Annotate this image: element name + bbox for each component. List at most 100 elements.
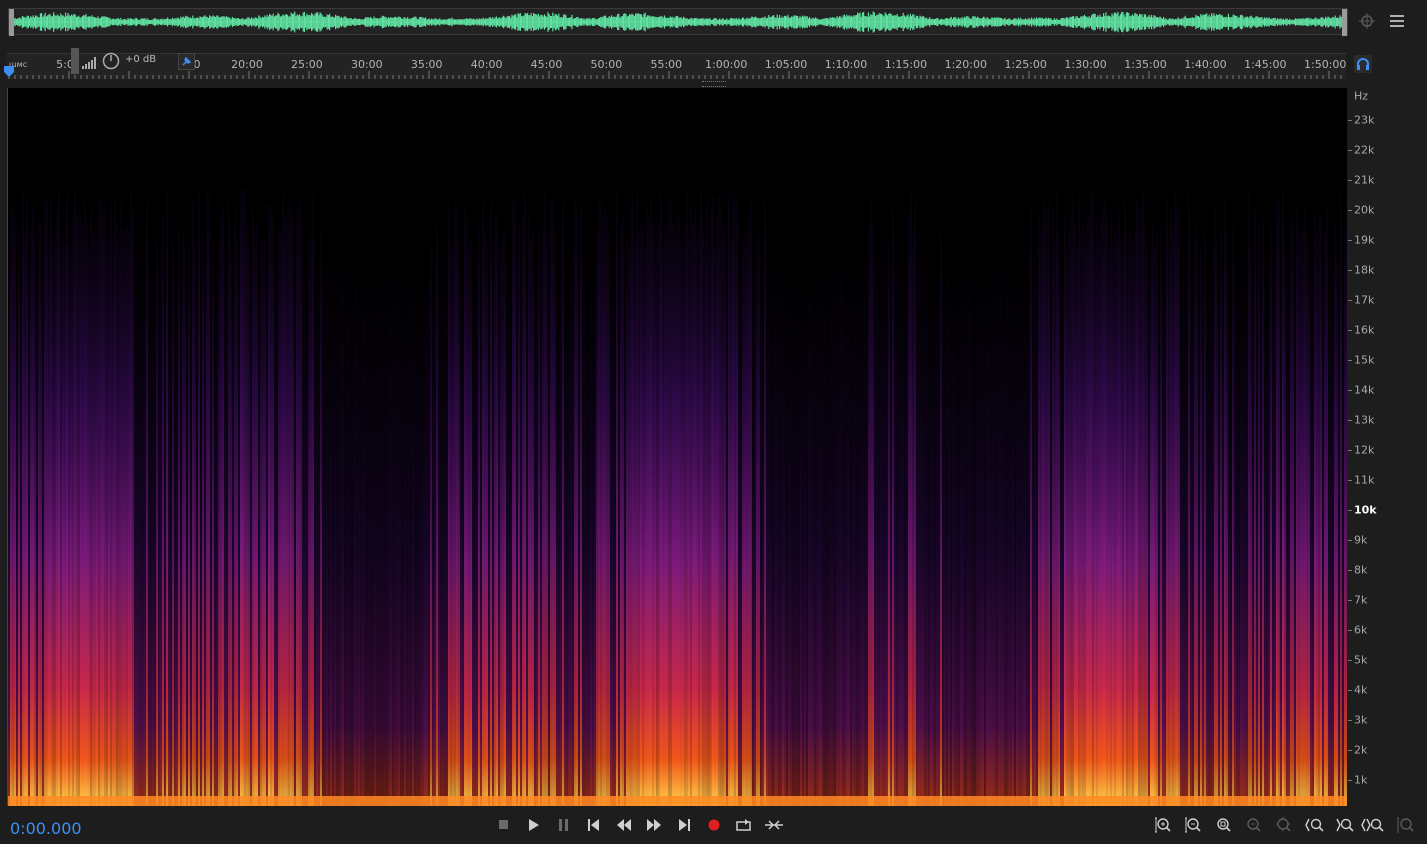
overview-left-handle[interactable] (9, 9, 14, 36)
zoom-in-left-button[interactable] (1303, 816, 1327, 834)
waveform-overview-graphic (13, 11, 1344, 33)
ruler-tick-label: 1:20:00 (944, 58, 987, 71)
fast-forward-button[interactable] (643, 816, 665, 834)
frequency-tick (1348, 450, 1352, 451)
stop-button[interactable] (493, 816, 515, 834)
zoom-in-both-icon (1361, 818, 1384, 832)
ruler-tick-label: 40:00 (470, 58, 503, 71)
frequency-tick (1348, 300, 1352, 301)
frequency-tick (1348, 240, 1352, 241)
zoom-in-left-icon (1305, 818, 1324, 832)
ruler-tick-label: 1:10:00 (824, 58, 868, 71)
ruler-tick-label: 55:00 (650, 58, 683, 71)
frequency-label: 6k (1354, 623, 1368, 637)
record-button[interactable] (703, 816, 725, 834)
skip-selection-button[interactable] (763, 816, 785, 834)
frequency-label: 17k (1354, 293, 1375, 307)
frequency-label: 3k (1354, 713, 1368, 727)
zoom-out-full-icon (1247, 818, 1261, 832)
zoom-reset-icon (1397, 817, 1414, 833)
zoom-full-button[interactable] (1211, 816, 1235, 834)
skip-selection-icon (765, 820, 783, 830)
frequency-tick (1348, 600, 1352, 601)
frequency-label: 22k (1354, 143, 1375, 157)
ruler-tick-label: 45:00 (530, 58, 563, 71)
spectrogram-graphic (8, 188, 1347, 806)
frequency-label: 9k (1354, 533, 1368, 547)
frequency-label: 14k (1354, 383, 1375, 397)
go-to-end-icon (679, 819, 690, 831)
frequency-tick (1348, 330, 1352, 331)
frequency-tick (1348, 420, 1352, 421)
overview-right-handle[interactable] (1342, 9, 1347, 36)
overview-waveform[interactable] (8, 8, 1348, 36)
frequency-tick (1348, 750, 1352, 751)
frequency-unit-label: Hz (1354, 89, 1369, 103)
volume-knob-icon[interactable] (101, 51, 121, 75)
frequency-label: 5k (1354, 653, 1368, 667)
frequency-label: 13k (1354, 413, 1375, 427)
frequency-label: 11k (1354, 473, 1375, 487)
zoom-in-both-button[interactable] (1361, 816, 1385, 834)
ruler-tick-label: 1:50:00 (1303, 58, 1347, 71)
ruler-tick-label: 1:00:00 (704, 58, 748, 71)
frequency-tick (1348, 360, 1352, 361)
frequency-label: 7k (1354, 593, 1368, 607)
frequency-label: 23k (1354, 113, 1375, 127)
frequency-tick (1348, 510, 1352, 511)
playhead-marker-icon[interactable] (4, 66, 14, 78)
menu-icon[interactable] (1388, 12, 1406, 30)
rewind-button[interactable] (613, 816, 635, 834)
zoom-selection-button[interactable] (1271, 816, 1295, 834)
zoom-reset-button[interactable] (1393, 816, 1417, 834)
ruler-tick-label: 1:30:00 (1064, 58, 1107, 71)
spectral-frequency-display[interactable] (7, 88, 1347, 806)
frequency-tick (1348, 480, 1352, 481)
volume-readout[interactable]: +0 dB (125, 54, 156, 65)
frequency-label: 12k (1354, 443, 1375, 457)
frequency-tick (1348, 630, 1352, 631)
loop-button[interactable] (733, 816, 755, 834)
frequency-tick (1348, 570, 1352, 571)
zoom-out-full-button[interactable] (1241, 816, 1265, 834)
play-icon (529, 819, 539, 831)
ruler-tick-label: 1:05:00 (764, 58, 808, 71)
frequency-label: 10k (1354, 503, 1377, 517)
frequency-tick (1348, 540, 1352, 541)
ruler-tick-label: 20:00 (231, 58, 263, 71)
ruler-tick-label: 1:35:00 (1124, 58, 1167, 71)
pin-hud-icon[interactable] (178, 53, 195, 70)
frequency-label: 2k (1354, 743, 1368, 757)
rewind-icon (617, 819, 631, 831)
panel-resize-handle[interactable] (702, 81, 726, 87)
zoom-in-right-icon (1336, 818, 1354, 832)
loop-icon (736, 819, 751, 831)
hud-drag-handle[interactable] (71, 48, 79, 74)
frequency-tick (1348, 120, 1352, 121)
go-to-start-button[interactable] (583, 816, 605, 834)
zoom-in-right-button[interactable] (1333, 816, 1357, 834)
ruler-tick-label: 50:00 (590, 58, 623, 71)
target-icon[interactable] (1358, 12, 1376, 30)
record-icon (708, 819, 720, 831)
zoom-full-icon (1217, 818, 1231, 832)
play-button[interactable] (523, 816, 545, 834)
zoom-in-amplitude-button[interactable] (1151, 816, 1175, 834)
frequency-label: 8k (1354, 563, 1368, 577)
frequency-label: 21k (1354, 173, 1375, 187)
go-to-end-button[interactable] (673, 816, 695, 834)
frequency-axis: Hz 23k 22k 21k 20k 19k 18k 17k 16k 15k 14k 13k 12k 1… (1348, 88, 1418, 806)
headphones-icon[interactable] (1354, 55, 1372, 73)
frequency-label: 19k (1354, 233, 1375, 247)
stop-icon (499, 820, 508, 829)
zoom-in-amplitude-icon (1155, 817, 1171, 833)
pause-button[interactable] (553, 816, 575, 834)
ruler-tick-label: 1:40:00 (1184, 58, 1227, 71)
ruler-tick-label: 35:00 (410, 58, 443, 71)
zoom-out-amplitude-button[interactable] (1181, 816, 1205, 834)
frequency-tick (1348, 150, 1352, 151)
frequency-tick (1348, 180, 1352, 181)
frequency-label: 1k (1354, 773, 1368, 787)
time-display[interactable]: 0:00.000 (10, 819, 82, 838)
time-ruler[interactable]: ɯмс 5:0 0 20:00 25:00 30:00 35:00 40:00 45:00 5… (4, 53, 1347, 79)
